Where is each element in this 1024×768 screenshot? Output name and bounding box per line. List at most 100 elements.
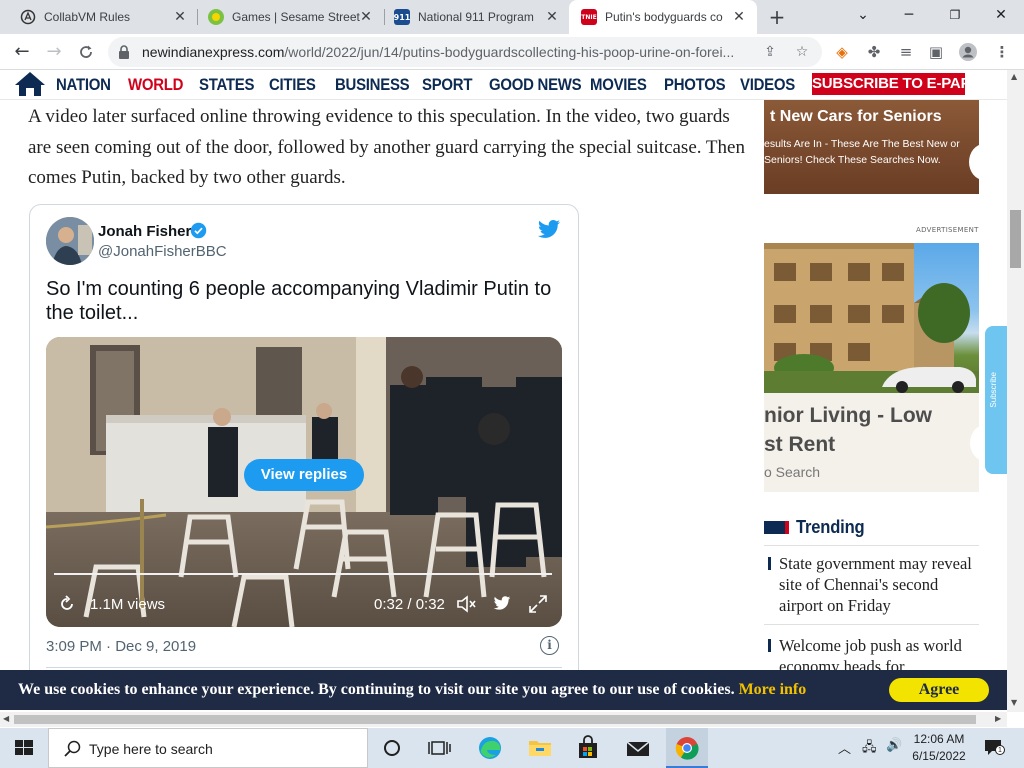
minimize-button[interactable]: ─ — [886, 0, 932, 30]
start-button[interactable] — [0, 728, 48, 768]
avatar[interactable] — [46, 217, 94, 265]
nav-good-news[interactable]: GOOD NEWS — [489, 75, 582, 95]
tweet-timestamp[interactable]: 3:09 PM · Dec 9, 2019 — [46, 638, 196, 655]
clock-date: 6/15/2022 — [912, 749, 966, 763]
share-icon[interactable]: ⇪ — [760, 42, 780, 62]
ad-headline: t New Cars for Seniors — [770, 108, 942, 125]
replay-icon[interactable] — [58, 595, 76, 613]
ad-senior-living[interactable]: nior Living - Low st Rent o Search — [764, 243, 979, 492]
cortana-icon[interactable] — [378, 734, 406, 762]
store-icon[interactable] — [574, 734, 602, 762]
video-progress-bar[interactable] — [54, 573, 552, 575]
mail-icon[interactable] — [624, 734, 652, 762]
profile-avatar-icon[interactable] — [958, 42, 978, 62]
tweet-author-handle[interactable]: @JonahFisherBBC — [98, 243, 227, 260]
trending-label: Trending — [796, 517, 865, 537]
media-control-icon[interactable]: ≡ — [896, 42, 916, 62]
lock-icon[interactable] — [118, 45, 130, 59]
horizontal-scroll-thumb[interactable] — [14, 715, 976, 724]
cookie-message: We use cookies to enhance your experienc… — [18, 681, 735, 698]
close-tab-icon[interactable]: ✕ — [731, 9, 747, 25]
fullscreen-icon[interactable] — [528, 594, 548, 614]
trending-item[interactable]: Welcome job push as world economy heads … — [768, 635, 978, 675]
view-replies-button[interactable]: View replies — [244, 459, 364, 491]
tweet-author-name[interactable]: Jonah Fisher — [98, 223, 191, 240]
browser-tab-strip: CollabVM Rules ✕ Games | Sesame Street ✕… — [0, 0, 1024, 34]
twitter-bird-icon[interactable] — [537, 217, 561, 241]
twitter-bird-icon[interactable] — [492, 594, 512, 612]
vertical-scroll-thumb[interactable] — [1010, 210, 1021, 268]
file-explorer-icon[interactable] — [526, 734, 554, 762]
tab-sesame-street[interactable]: Games | Sesame Street ✕ — [196, 0, 384, 34]
side-tab-label: Subscribe — [989, 372, 998, 408]
embedded-tweet[interactable]: Jonah Fisher @JonahFisherBBC So I'm coun… — [29, 204, 579, 684]
close-window-button[interactable]: ✕ — [978, 0, 1024, 30]
nav-cities[interactable]: CITIES — [269, 75, 316, 95]
back-button[interactable]: ← — [8, 38, 36, 66]
ad-next-button[interactable] — [970, 425, 979, 461]
side-panel-icon[interactable]: ▣ — [926, 42, 946, 62]
trending-item-text[interactable]: Welcome job push as world economy heads … — [779, 635, 978, 675]
tab-putin-article[interactable]: TNIE Putin's bodyguards co ✕ — [569, 0, 757, 34]
tab-search-icon[interactable]: ⌄ — [840, 0, 886, 30]
action-center-icon[interactable]: 1 — [983, 737, 1005, 757]
volume-icon[interactable]: 🔊 — [886, 738, 902, 753]
windows-logo-icon — [15, 740, 33, 755]
subscribe-epaper-button[interactable]: SUBSCRIBE TO E-PAPER — [812, 73, 991, 95]
network-icon[interactable]: 🖧 — [862, 738, 877, 760]
volume-muted-icon[interactable] — [456, 594, 478, 614]
forward-button[interactable]: → — [40, 38, 68, 66]
scroll-up-arrow-icon[interactable]: ▲ — [1011, 72, 1017, 81]
trending-item-text[interactable]: State government may reveal site of Chen… — [779, 553, 979, 616]
scroll-right-arrow-icon[interactable]: ▶ — [995, 714, 1001, 723]
nav-movies[interactable]: MOVIES — [590, 75, 647, 95]
nav-photos[interactable]: PHOTOS — [664, 75, 726, 95]
chrome-taskbar-active[interactable] — [666, 728, 708, 768]
911-icon: 911 — [394, 9, 410, 25]
restore-button[interactable]: ❐ — [932, 0, 978, 30]
nav-videos[interactable]: VIDEOS — [740, 75, 795, 95]
bullet-marker — [768, 639, 771, 652]
taskbar-search-box[interactable]: Type here to search — [48, 728, 368, 768]
tab-collabvm[interactable]: CollabVM Rules ✕ — [8, 0, 198, 34]
extension-arrows-icon[interactable]: ◈ — [832, 42, 852, 62]
scroll-left-arrow-icon[interactable]: ◀ — [3, 714, 9, 723]
url-path: /world/2022/jun/14/putins-bodyguardscoll… — [284, 44, 735, 60]
close-tab-icon[interactable]: ✕ — [358, 9, 374, 25]
taskbar-clock[interactable]: 12:06 AM 6/15/2022 — [904, 731, 974, 765]
tab-title: Games | Sesame Street — [232, 10, 360, 24]
new-tab-button[interactable]: + — [766, 6, 788, 28]
extensions-puzzle-icon[interactable]: ✤ — [864, 42, 884, 62]
ad-next-button[interactable] — [969, 144, 979, 180]
nav-business[interactable]: BUSINESS — [335, 75, 410, 95]
address-bar[interactable]: newindianexpress.com/world/2022/jun/14/p… — [108, 37, 822, 67]
nav-sport[interactable]: SPORT — [422, 75, 472, 95]
more-info-link[interactable]: More info — [739, 681, 807, 698]
scroll-down-arrow-icon[interactable]: ▼ — [1011, 698, 1017, 707]
reload-button[interactable] — [72, 38, 100, 66]
agree-button[interactable]: Agree — [889, 678, 989, 702]
show-hidden-icons-chevron-icon[interactable]: ︿ — [838, 738, 851, 757]
nav-nation[interactable]: NATION — [56, 75, 111, 95]
ad-photo — [764, 243, 979, 393]
info-icon[interactable]: i — [540, 636, 559, 655]
bullet-marker — [768, 557, 771, 570]
side-subscribe-tab[interactable]: Subscribe — [985, 326, 1007, 474]
trending-item[interactable]: State government may reveal site of Chen… — [768, 553, 978, 617]
bookmark-star-icon[interactable]: ☆ — [792, 42, 812, 62]
nav-states[interactable]: STATES — [199, 75, 254, 95]
task-view-icon[interactable] — [426, 734, 454, 762]
edge-browser-icon[interactable] — [476, 734, 504, 762]
url-domain: newindianexpress.com — [142, 44, 285, 60]
nav-world[interactable]: WORLD — [128, 75, 183, 95]
home-icon[interactable] — [14, 71, 46, 97]
close-tab-icon[interactable]: ✕ — [544, 9, 560, 25]
tab-title: National 911 Program — [418, 10, 534, 24]
tab-national-911[interactable]: 911 National 911 Program ✕ — [382, 0, 570, 34]
tweet-video-player[interactable]: View replies 1.1M views 0:32 / 0:32 — [46, 337, 562, 627]
ad-new-cars[interactable]: t New Cars for Seniors esults Are In - T… — [764, 100, 979, 194]
tab-title: Putin's bodyguards co — [605, 10, 723, 24]
close-tab-icon[interactable]: ✕ — [172, 9, 188, 25]
vertical-scrollbar[interactable] — [1007, 70, 1024, 712]
menu-kebab-icon[interactable]: ⋮ — [992, 42, 1012, 62]
